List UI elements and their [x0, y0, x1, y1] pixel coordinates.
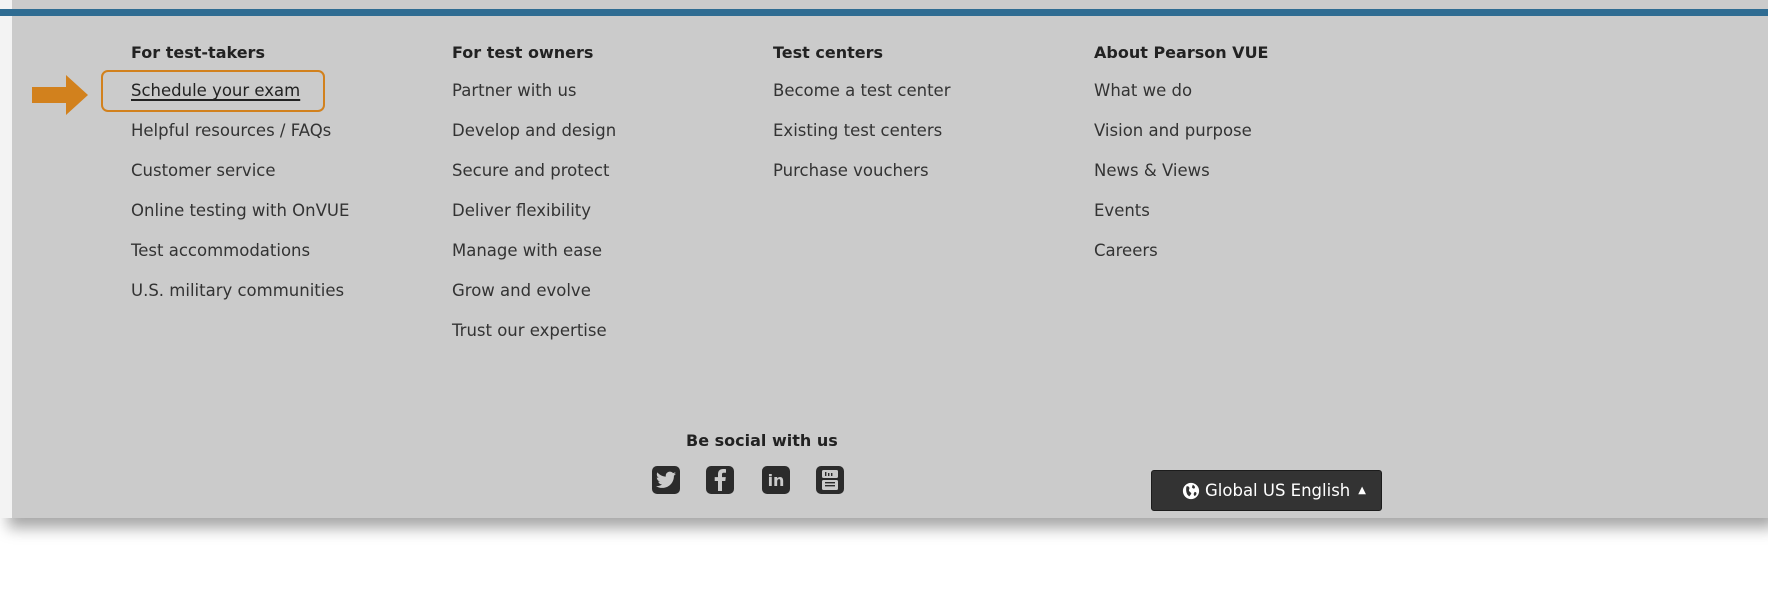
link-what-we-do[interactable]: What we do: [1094, 81, 1192, 101]
column-heading: Test centers: [773, 43, 884, 62]
language-selector-button[interactable]: Global US English ▲: [1151, 470, 1382, 511]
link-military-communities[interactable]: U.S. military communities: [131, 281, 344, 301]
link-helpful-resources[interactable]: Helpful resources / FAQs: [131, 121, 331, 141]
link-test-accommodations[interactable]: Test accommodations: [131, 241, 310, 261]
link-online-testing-onvue[interactable]: Online testing with OnVUE: [131, 201, 349, 221]
social-title: Be social with us: [686, 431, 838, 450]
link-partner-with-us[interactable]: Partner with us: [452, 81, 577, 101]
twitter-icon[interactable]: [652, 466, 680, 494]
link-events[interactable]: Events: [1094, 201, 1150, 221]
facebook-icon[interactable]: [706, 466, 734, 494]
link-manage-with-ease[interactable]: Manage with ease: [452, 241, 602, 261]
panel-left-edge: [0, 0, 12, 518]
caret-up-icon: ▲: [1358, 485, 1366, 496]
link-develop-and-design[interactable]: Develop and design: [452, 121, 616, 141]
link-customer-service[interactable]: Customer service: [131, 161, 276, 181]
globe-icon: [1182, 482, 1200, 499]
column-about-pearson-vue: About Pearson VUE What we do Vision and …: [1094, 43, 1269, 260]
link-careers[interactable]: Careers: [1094, 241, 1158, 261]
footer-panel: For test-takers Schedule your exam Helpf…: [0, 0, 1768, 518]
column-for-test-takers: For test-takers Schedule your exam Helpf…: [131, 43, 349, 300]
column-heading: For test owners: [452, 43, 594, 62]
link-news-and-views[interactable]: News & Views: [1094, 161, 1210, 181]
link-become-a-test-center[interactable]: Become a test center: [773, 81, 950, 101]
column-heading: About Pearson VUE: [1094, 43, 1269, 62]
link-vision-and-purpose[interactable]: Vision and purpose: [1094, 121, 1252, 141]
highlight-box: [101, 70, 325, 112]
column-heading: For test-takers: [131, 43, 265, 62]
link-secure-and-protect[interactable]: Secure and protect: [452, 161, 609, 181]
link-grow-and-evolve[interactable]: Grow and evolve: [452, 281, 591, 301]
link-existing-test-centers[interactable]: Existing test centers: [773, 121, 942, 141]
language-label: Global US English: [1205, 481, 1351, 500]
column-test-centers: Test centers Become a test center Existi…: [773, 43, 950, 180]
link-deliver-flexibility[interactable]: Deliver flexibility: [452, 201, 591, 221]
link-purchase-vouchers[interactable]: Purchase vouchers: [773, 161, 929, 181]
linkedin-icon[interactable]: in: [762, 466, 790, 494]
arrow-right-icon: [32, 75, 88, 115]
youtube-icon[interactable]: [816, 466, 844, 494]
column-for-test-owners: For test owners Partner with us Develop …: [452, 43, 616, 340]
link-trust-our-expertise[interactable]: Trust our expertise: [452, 321, 607, 341]
footer-top-bar: [0, 9, 1768, 16]
